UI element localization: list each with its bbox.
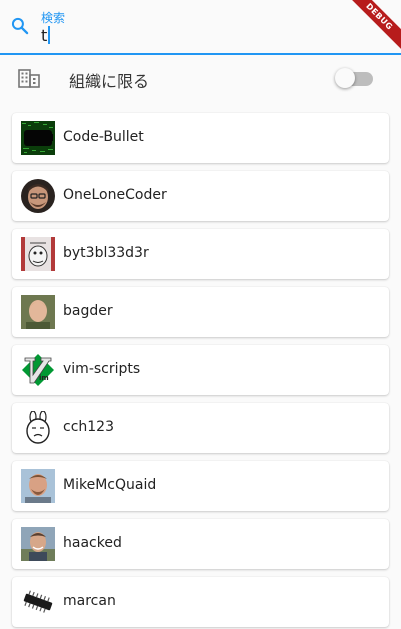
list-item[interactable]: Code-Bullet <box>12 113 389 163</box>
username: OneLoneCoder <box>63 187 167 203</box>
svg-text:im: im <box>39 374 49 382</box>
username: cch123 <box>63 419 114 435</box>
username: marcan <box>63 593 116 609</box>
onelonecoder-avatar-icon <box>21 179 55 213</box>
list-item[interactable]: marcan <box>12 577 389 627</box>
username: vim-scripts <box>63 361 141 377</box>
mikemcquaid-avatar-icon <box>21 469 55 503</box>
username: Code-Bullet <box>63 129 144 145</box>
org-filter-label: 組織に限る <box>69 72 150 91</box>
username: MikeMcQuaid <box>63 477 157 493</box>
org-filter-toggle[interactable] <box>335 68 373 88</box>
search-input[interactable]: t <box>41 26 51 45</box>
domain-icon <box>18 69 40 88</box>
list-item[interactable]: bagder <box>12 287 389 337</box>
bagder-avatar-icon <box>21 295 55 329</box>
list-item[interactable]: OneLoneCoder <box>12 171 389 221</box>
list-item[interactable]: MikeMcQuaid <box>12 461 389 511</box>
list-item[interactable]: byt3bl33d3r <box>12 229 389 279</box>
app-root: 検索 t DEBUG 組織に限る Code-Bullet OneLoneCode… <box>0 0 401 629</box>
debug-banner: DEBUG <box>341 0 401 60</box>
cartoon-face-icon <box>21 411 55 445</box>
toggle-thumb <box>335 68 355 88</box>
search-field-label: 検索 <box>41 11 66 25</box>
username: haacked <box>63 535 122 551</box>
org-filter-row: 組織に限る <box>0 56 401 102</box>
search-icon <box>11 17 29 35</box>
username: bagder <box>63 303 113 319</box>
haacked-avatar-icon <box>21 527 55 561</box>
code-bullet-avatar-icon <box>21 121 55 155</box>
vim-logo-icon: im <box>21 353 55 387</box>
chip-icon <box>21 585 55 619</box>
user-list: Code-Bullet OneLoneCoder byt3bl33d3r bag… <box>12 113 389 629</box>
text-caret <box>48 26 51 44</box>
search-input-value: t <box>41 26 48 45</box>
byt3bl33d3r-avatar-icon <box>21 237 55 271</box>
list-item[interactable]: haacked <box>12 519 389 569</box>
list-item[interactable]: im vim-scripts <box>12 345 389 395</box>
list-item[interactable]: cch123 <box>12 403 389 453</box>
username: byt3bl33d3r <box>63 245 149 261</box>
debug-banner-label: DEBUG <box>342 0 401 54</box>
